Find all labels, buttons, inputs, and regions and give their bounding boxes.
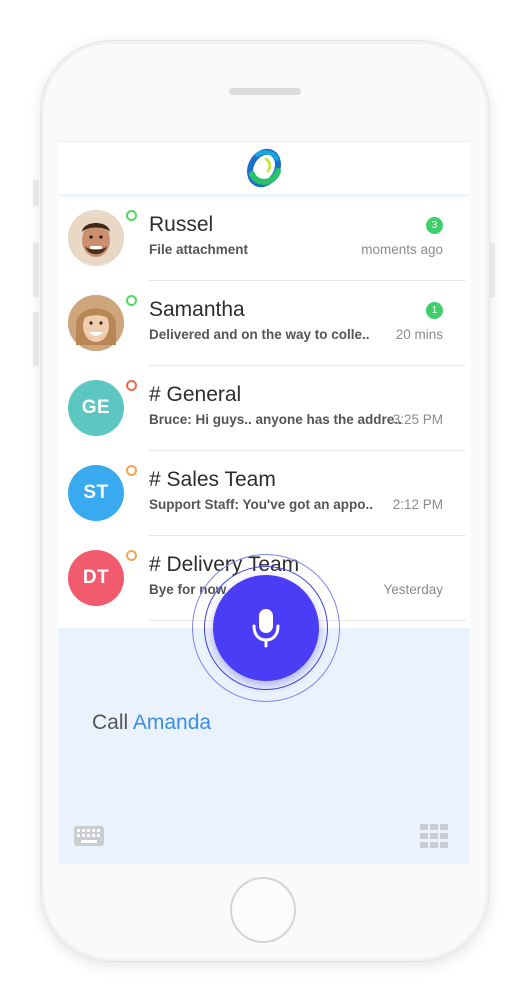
avatar bbox=[68, 210, 124, 266]
side-button-volume-up bbox=[33, 243, 39, 297]
presence-indicator bbox=[126, 295, 137, 306]
conversation-row-general[interactable]: GE # General Bruce: Hi guys.. anyone has… bbox=[58, 366, 470, 451]
voice-command-contact: Amanda bbox=[132, 711, 212, 734]
conversation-name: Samantha bbox=[149, 298, 245, 321]
presence-indicator bbox=[126, 210, 137, 221]
conversation-row-russel[interactable]: Russel File attachment 3 moments ago bbox=[58, 196, 470, 281]
side-button-silent bbox=[33, 180, 39, 206]
message-time: 20 mins bbox=[395, 327, 443, 342]
message-time: 3:25 PM bbox=[392, 412, 443, 427]
keypad-icon[interactable] bbox=[420, 824, 448, 848]
presence-indicator bbox=[126, 550, 137, 561]
voice-transcript: Call Amanda bbox=[92, 711, 211, 735]
home-button[interactable] bbox=[230, 877, 296, 943]
microphone-icon bbox=[252, 609, 280, 648]
keyboard-icon[interactable] bbox=[73, 825, 105, 847]
app-screen: Russel File attachment 3 moments ago Sam… bbox=[58, 141, 470, 864]
avatar-photo-russel bbox=[68, 210, 124, 266]
conversation-name: # Sales Team bbox=[149, 468, 276, 491]
app-header bbox=[58, 141, 470, 194]
message-preview: Bruce: Hi guys.. anyone has the addre.. bbox=[149, 412, 402, 427]
side-button-power bbox=[489, 243, 495, 297]
avatar bbox=[68, 295, 124, 351]
conversation-name: Russel bbox=[149, 213, 214, 236]
unread-badge: 1 bbox=[426, 302, 443, 319]
avatar-initials: ST bbox=[83, 482, 109, 503]
conversation-row-sales-team[interactable]: ST # Sales Team Support Staff: You've go… bbox=[58, 451, 470, 536]
message-time: moments ago bbox=[361, 242, 443, 257]
avatar: GE bbox=[68, 380, 124, 436]
message-preview: Support Staff: You've got an appo.. bbox=[149, 497, 373, 512]
message-preview: Delivered and on the way to colle.. bbox=[149, 327, 370, 342]
avatar: ST bbox=[68, 465, 124, 521]
avatar-initials: GE bbox=[81, 397, 111, 418]
message-time: 2:12 PM bbox=[392, 497, 443, 512]
message-time: Yesterday bbox=[383, 582, 443, 597]
microphone-button[interactable] bbox=[213, 575, 319, 681]
avatar-initials: DT bbox=[82, 567, 110, 588]
avatar-photo-samantha bbox=[68, 295, 124, 351]
presence-indicator bbox=[126, 380, 137, 391]
voice-command-verb: Call bbox=[92, 711, 129, 734]
message-preview: File attachment bbox=[149, 242, 249, 257]
presence-indicator bbox=[126, 465, 137, 476]
conversation-row-samantha[interactable]: Samantha Delivered and on the way to col… bbox=[58, 281, 470, 366]
avatar: DT bbox=[68, 550, 124, 606]
phone-speaker bbox=[229, 88, 301, 95]
side-button-volume-down bbox=[33, 312, 39, 366]
app-logo bbox=[247, 148, 281, 188]
unread-badge: 3 bbox=[426, 217, 443, 234]
conversation-name: # General bbox=[149, 383, 242, 406]
